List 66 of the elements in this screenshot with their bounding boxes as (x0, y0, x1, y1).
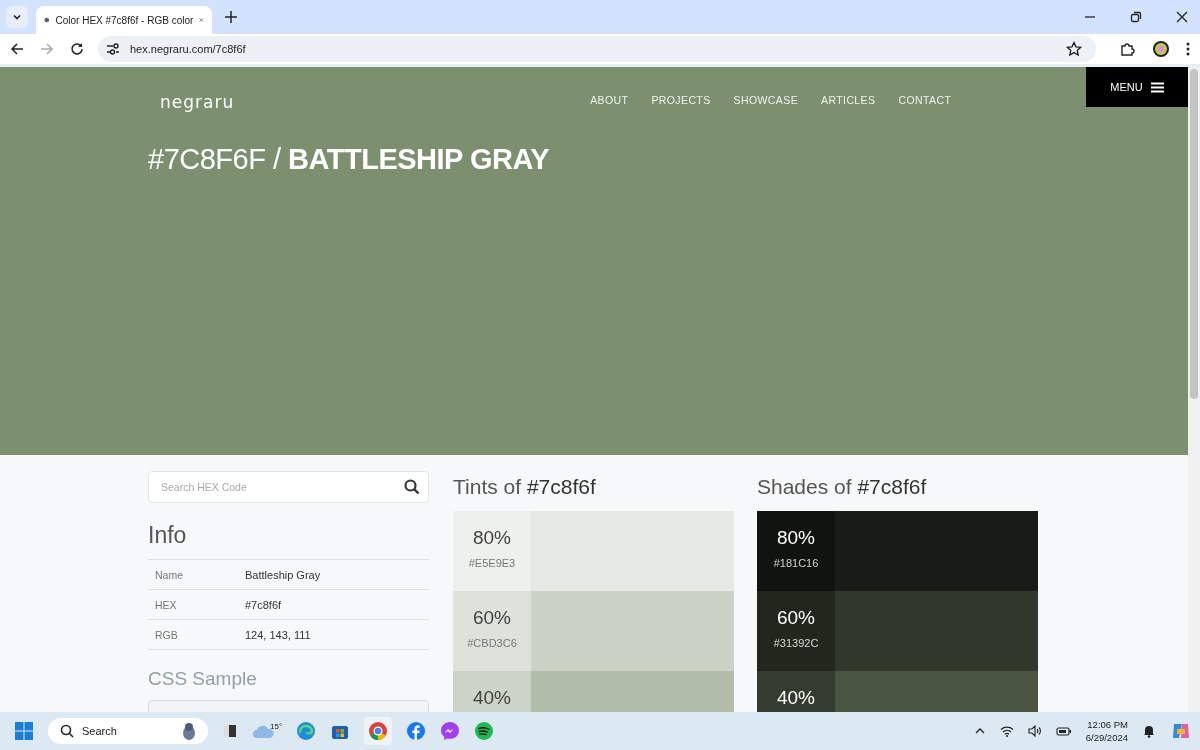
color-title: #7C8F6F / BATTLESHIP GRAY (148, 143, 551, 176)
percent-label: 40% (473, 687, 511, 709)
info-label: RGB (155, 628, 179, 641)
chrome-taskbar-button[interactable] (364, 717, 393, 745)
info-value: Battleship Gray (245, 568, 321, 581)
tab-list-button[interactable] (6, 6, 28, 28)
menu-icon (1150, 81, 1164, 93)
start-icon[interactable] (14, 721, 34, 741)
menu-button[interactable]: MENU (1086, 67, 1188, 107)
browser-tab[interactable]: Color HEX #7c8f6f - RGB color (36, 6, 212, 34)
facebook-icon[interactable] (406, 721, 427, 741)
nav-link[interactable]: ARTICLES (821, 94, 876, 106)
edge-browser-icon[interactable] (296, 721, 317, 741)
percent-label: 80% (473, 527, 511, 549)
chrome-icon (368, 721, 389, 741)
task-view-icon[interactable] (222, 723, 238, 739)
info-label: HEX (155, 598, 178, 611)
hex-code: #31392C (773, 637, 819, 649)
color-swatch[interactable] (531, 511, 734, 591)
bell-icon[interactable] (1142, 724, 1156, 738)
site-settings-icon[interactable] (106, 42, 120, 56)
more-options-icon[interactable] (1186, 42, 1190, 56)
site-logo[interactable]: negraru (160, 88, 235, 112)
percent-label: 80% (777, 527, 815, 549)
wifi-icon[interactable] (999, 725, 1014, 737)
star-icon[interactable] (1066, 41, 1082, 57)
taskbar-search-field[interactable]: Search (48, 718, 208, 744)
puzzle-icon[interactable] (1120, 41, 1136, 57)
profile-avatar-icon[interactable] (1152, 40, 1170, 58)
percent-label: 60% (777, 607, 815, 629)
color-swatch[interactable] (835, 511, 1038, 591)
section-heading: Info (148, 522, 188, 549)
search-icon[interactable] (404, 479, 420, 495)
info-label: Name (155, 568, 184, 581)
plus-icon[interactable] (224, 10, 238, 24)
temperature: 15° (270, 722, 283, 731)
reload-icon[interactable] (70, 42, 84, 56)
hex-code: #E5E9E3 (468, 557, 516, 569)
nav-link[interactable]: SHOWCASE (733, 94, 799, 106)
nav-link[interactable]: CONTACT (898, 94, 952, 106)
nav-link[interactable]: ABOUT (590, 94, 629, 106)
search-icon (60, 724, 74, 738)
spotify-icon[interactable] (474, 721, 495, 741)
palette-heading: Shades of #7c8f6f (757, 475, 928, 499)
battery-icon[interactable] (1055, 725, 1072, 737)
clock[interactable]: 12:06 PM 6/29/2024 (1085, 718, 1128, 744)
color-swatch[interactable] (531, 591, 734, 671)
percent-label: 40% (777, 687, 815, 709)
back-arrow-icon[interactable] (10, 42, 24, 56)
color-swatch[interactable] (835, 591, 1038, 671)
tab-title: Color HEX #7c8f6f - RGB color (55, 14, 194, 26)
hex-code: #CBD3C6 (467, 637, 517, 649)
palette-heading: Tints of #7c8f6f (453, 475, 597, 499)
address-bar[interactable]: hex.negraru.com/7c8f6f (98, 36, 1096, 62)
messenger-icon[interactable] (440, 721, 461, 741)
close-icon[interactable] (1176, 11, 1188, 23)
info-value: #7c8f6f (245, 598, 282, 611)
speaker-icon[interactable] (1027, 725, 1042, 737)
percent-label: 60% (473, 607, 511, 629)
hex-code: #181C16 (773, 557, 819, 569)
nav-link[interactable]: PROJECTS (651, 94, 711, 106)
info-value: 124, 143, 111 (245, 628, 311, 641)
section-heading: CSS Sample (148, 668, 258, 690)
scrollbar-thumb[interactable] (1190, 69, 1198, 399)
restore-icon[interactable] (1130, 11, 1142, 23)
search-field[interactable]: Search HEX Code (148, 471, 429, 503)
